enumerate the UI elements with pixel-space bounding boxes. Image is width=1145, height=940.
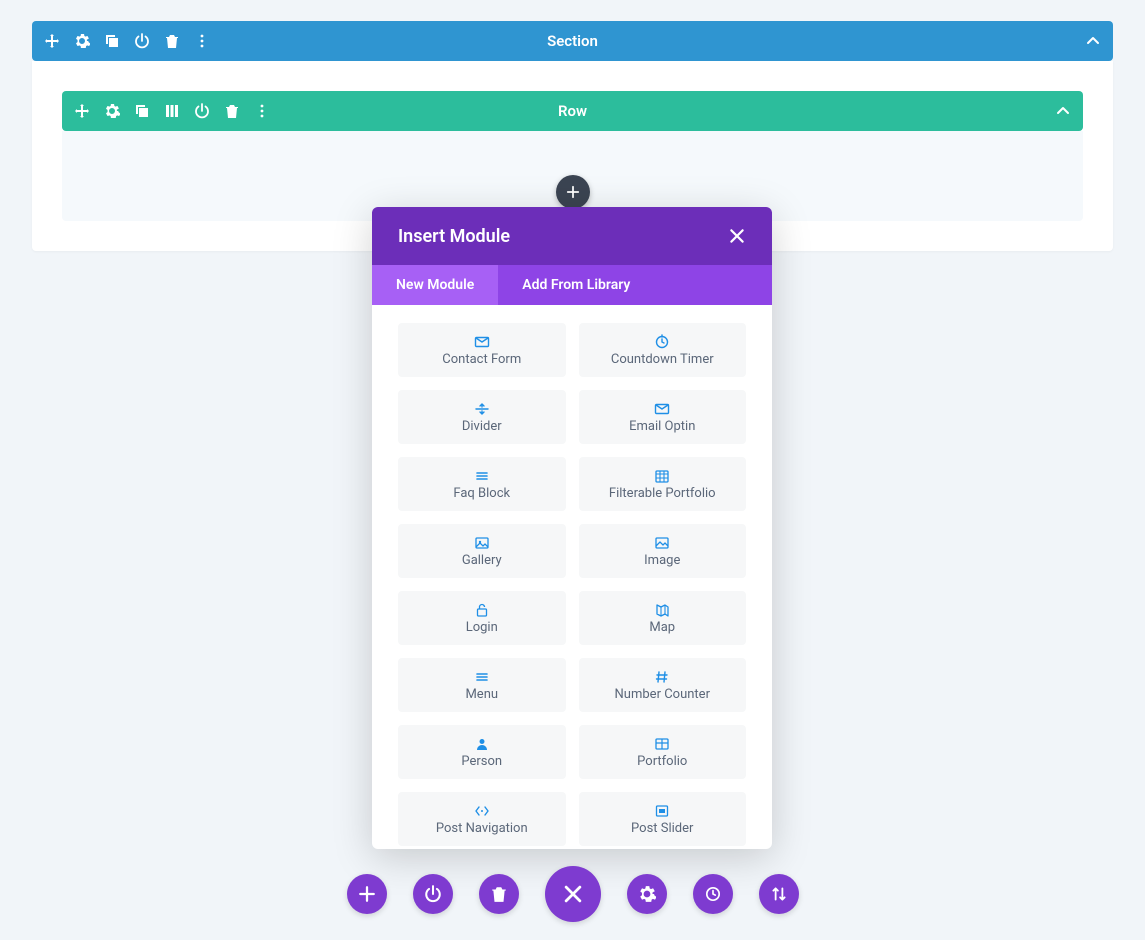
columns-icon[interactable] (164, 103, 180, 119)
move-icon[interactable] (44, 33, 60, 49)
module-contact-form[interactable]: Contact Form (398, 323, 566, 377)
module-label: Gallery (462, 553, 502, 568)
lines-icon (474, 468, 490, 484)
module-person[interactable]: Person (398, 725, 566, 779)
tab-new-module[interactable]: New Module (372, 265, 498, 305)
module-gallery[interactable]: Gallery (398, 524, 566, 578)
module-label: Post Slider (631, 821, 693, 836)
module-faq-block[interactable]: Faq Block (398, 457, 566, 511)
insert-module-modal: Insert Module New Module Add From Librar… (372, 207, 772, 849)
gallery-icon (474, 535, 490, 551)
module-label: Image (644, 553, 680, 568)
power-button[interactable] (413, 874, 453, 914)
close-button[interactable] (545, 866, 601, 922)
module-map[interactable]: Map (579, 591, 747, 645)
power-icon[interactable] (134, 33, 150, 49)
module-login[interactable]: Login (398, 591, 566, 645)
row-header: Row (62, 91, 1083, 131)
move-icon[interactable] (74, 103, 90, 119)
module-label: Divider (462, 419, 502, 434)
duplicate-icon[interactable] (104, 33, 120, 49)
sort-button[interactable] (759, 874, 799, 914)
image-icon (654, 535, 670, 551)
module-divider[interactable]: Divider (398, 390, 566, 444)
module-grid: Contact Form Countdown Timer Divider Email … (398, 323, 746, 846)
add-button[interactable] (347, 874, 387, 914)
module-label: Map (649, 620, 675, 635)
more-icon[interactable] (194, 33, 210, 49)
module-portfolio[interactable]: Portfolio (579, 725, 747, 779)
modal-body[interactable]: Contact Form Countdown Timer Divider Email … (372, 305, 772, 849)
module-image[interactable]: Image (579, 524, 747, 578)
clock-icon (654, 334, 670, 350)
add-module-button[interactable] (556, 175, 590, 209)
row-title: Row (558, 102, 587, 120)
module-label: Person (461, 754, 502, 769)
gear-icon[interactable] (74, 33, 90, 49)
collapse-icon[interactable] (1055, 103, 1071, 119)
module-countdown-timer[interactable]: Countdown Timer (579, 323, 747, 377)
duplicate-icon[interactable] (134, 103, 150, 119)
section-header: Section (32, 21, 1113, 61)
person-icon (474, 736, 490, 752)
module-post-slider[interactable]: Post Slider (579, 792, 747, 846)
modal-tabs: New Module Add From Library (372, 265, 772, 305)
module-number-counter[interactable]: Number Counter (579, 658, 747, 712)
module-label: Number Counter (615, 687, 710, 702)
close-icon[interactable] (728, 227, 746, 245)
module-label: Filterable Portfolio (609, 486, 716, 501)
collapse-icon[interactable] (1085, 33, 1101, 49)
lines-icon (474, 669, 490, 685)
more-icon[interactable] (254, 103, 270, 119)
module-label: Email Optin (629, 419, 695, 434)
grid-date-icon (654, 468, 670, 484)
module-label: Post Navigation (436, 821, 528, 836)
module-label: Login (466, 620, 498, 635)
code-icon (474, 803, 490, 819)
trash-icon[interactable] (164, 33, 180, 49)
hash-icon (654, 669, 670, 685)
power-icon[interactable] (194, 103, 210, 119)
lock-icon (474, 602, 490, 618)
map-icon (654, 602, 670, 618)
trash-icon[interactable] (224, 103, 240, 119)
divider-icon (474, 401, 490, 417)
modal-title: Insert Module (398, 226, 510, 247)
module-label: Countdown Timer (611, 352, 714, 367)
modal-header: Insert Module (372, 207, 772, 265)
module-label: Menu (465, 687, 498, 702)
module-label: Contact Form (442, 352, 521, 367)
settings-button[interactable] (627, 874, 667, 914)
module-post-navigation[interactable]: Post Navigation (398, 792, 566, 846)
section-title: Section (547, 32, 598, 50)
history-button[interactable] (693, 874, 733, 914)
bottom-toolbar (0, 866, 1145, 922)
table-icon (654, 736, 670, 752)
tab-add-from-library[interactable]: Add From Library (498, 265, 654, 305)
module-menu[interactable]: Menu (398, 658, 566, 712)
slider-icon (654, 803, 670, 819)
module-label: Portfolio (637, 754, 687, 769)
mail-icon (654, 401, 670, 417)
mail-icon (474, 334, 490, 350)
trash-button[interactable] (479, 874, 519, 914)
gear-icon[interactable] (104, 103, 120, 119)
module-email-optin[interactable]: Email Optin (579, 390, 747, 444)
module-filterable-portfolio[interactable]: Filterable Portfolio (579, 457, 747, 511)
module-label: Faq Block (453, 486, 510, 501)
